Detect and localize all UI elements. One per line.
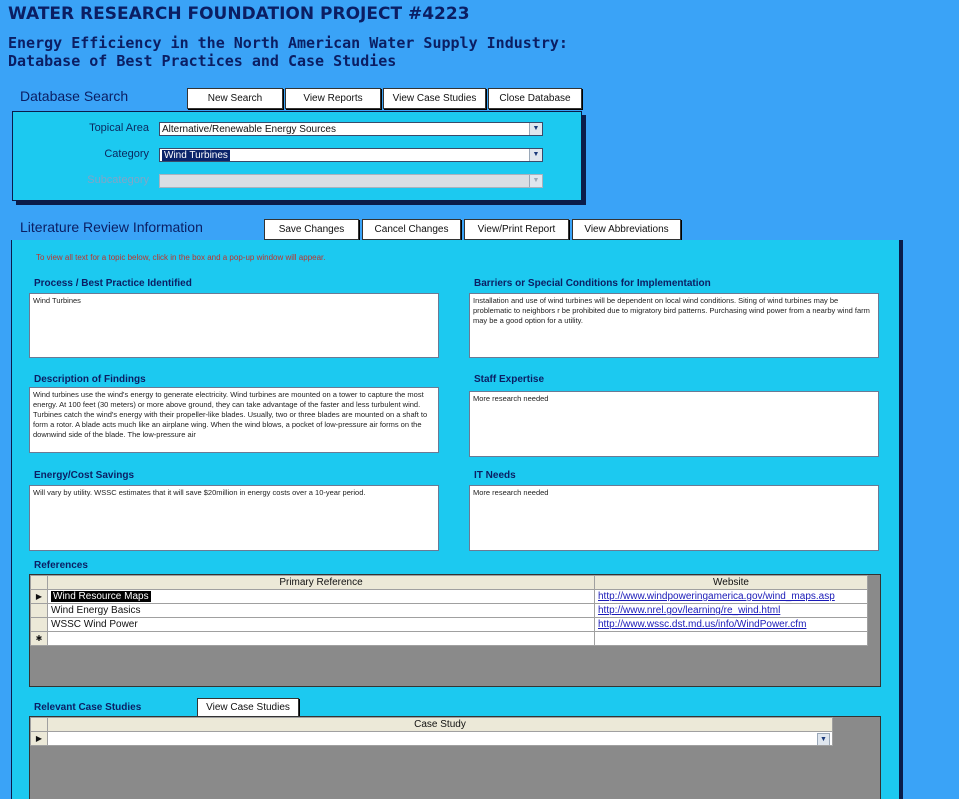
table-row[interactable]: ▶ ▼ (30, 731, 833, 746)
project-title: WATER RESEARCH FOUNDATION PROJECT #4223 (8, 4, 470, 24)
primary-reference-header[interactable]: Primary Reference (47, 575, 595, 590)
literature-review-label: Literature Review Information (20, 219, 203, 235)
it-needs-title: IT Needs (474, 470, 516, 481)
chevron-down-icon[interactable]: ▼ (529, 123, 542, 135)
popup-hint: To view all text for a topic below, clic… (36, 253, 326, 262)
category-select[interactable]: Wind Turbines ▼ (159, 148, 543, 162)
view-abbreviations-button[interactable]: View Abbreviations (572, 219, 681, 240)
view-reports-button[interactable]: View Reports (285, 88, 381, 109)
case-studies-table: Case Study ▶ ▼ (30, 717, 833, 746)
category-value: Wind Turbines (162, 150, 230, 161)
savings-title: Energy/Cost Savings (34, 470, 135, 481)
record-pointer-icon[interactable]: ▶ (30, 589, 48, 604)
view-case-studies-tab-button[interactable]: View Case Studies (197, 698, 299, 717)
savings-textbox[interactable]: Will vary by utility. WSSC estimates tha… (29, 485, 439, 551)
barriers-textbox[interactable]: Installation and use of wind turbines wi… (469, 293, 879, 358)
case-studies-title: Relevant Case Studies (34, 702, 142, 713)
case-study-header[interactable]: Case Study (47, 717, 833, 732)
view-print-report-button[interactable]: View/Print Report (464, 219, 569, 240)
process-textbox[interactable]: Wind Turbines (29, 293, 439, 358)
database-search-label: Database Search (20, 88, 129, 104)
staff-expertise-title: Staff Expertise (474, 374, 545, 385)
category-label: Category (104, 148, 149, 160)
staff-expertise-textbox[interactable]: More research needed (469, 391, 879, 457)
cancel-changes-button[interactable]: Cancel Changes (362, 219, 461, 240)
it-needs-textbox[interactable]: More research needed (469, 485, 879, 551)
topical-area-select[interactable]: Alternative/Renewable Energy Sources ▼ (159, 122, 543, 136)
website-link[interactable]: http://www.windpoweringamerica.gov/wind_… (594, 589, 868, 604)
table-row[interactable]: WSSC Wind Power http://www.wssc.dst.md.u… (30, 617, 868, 632)
topical-area-value: Alternative/Renewable Energy Sources (162, 124, 336, 135)
description-title: Description of Findings (34, 374, 146, 385)
table-row[interactable]: Wind Energy Basics http://www.nrel.gov/l… (30, 603, 868, 618)
references-table: Primary Reference Website ▶ Wind Resourc… (30, 575, 868, 646)
case-study-cell[interactable]: ▼ (47, 731, 833, 746)
row-selector[interactable] (30, 617, 48, 632)
references-grid: Primary Reference Website ▶ Wind Resourc… (29, 574, 881, 687)
case-studies-grid: Case Study ▶ ▼ (29, 716, 881, 799)
description-textbox[interactable]: Wind turbines use the wind's energy to g… (29, 387, 439, 453)
subtitle-line-1: Energy Efficiency in the North American … (8, 34, 568, 52)
chevron-down-icon[interactable]: ▼ (529, 149, 542, 161)
primary-reference-cell[interactable]: Wind Energy Basics (47, 603, 595, 618)
website-header[interactable]: Website (594, 575, 868, 590)
process-title: Process / Best Practice Identified (34, 278, 192, 289)
database-search-panel: Topical Area Alternative/Renewable Energ… (12, 111, 582, 201)
topical-area-label: Topical Area (89, 122, 149, 134)
close-database-button[interactable]: Close Database (488, 88, 582, 109)
literature-review-panel: To view all text for a topic below, clic… (11, 240, 899, 799)
new-record-icon[interactable]: ✱ (30, 631, 48, 646)
subtitle-line-2: Database of Best Practices and Case Stud… (8, 52, 397, 70)
subcategory-label: Subcategory (87, 174, 149, 186)
database-subtitle: Energy Efficiency in the North American … (8, 34, 568, 70)
new-search-button[interactable]: New Search (187, 88, 283, 109)
barriers-title: Barriers or Special Conditions for Imple… (474, 278, 711, 289)
references-header-row: Primary Reference Website (30, 575, 868, 590)
empty-cell[interactable] (594, 631, 868, 646)
table-row[interactable]: ▶ Wind Resource Maps http://www.windpowe… (30, 589, 868, 604)
row-selector[interactable] (30, 603, 48, 618)
case-studies-header-row: Case Study (30, 717, 833, 732)
chevron-down-icon: ▼ (529, 175, 542, 187)
row-selector-header (30, 717, 48, 732)
subcategory-select: ▼ (159, 174, 543, 188)
record-pointer-icon[interactable]: ▶ (30, 731, 48, 746)
website-link[interactable]: http://www.wssc.dst.md.us/info/WindPower… (594, 617, 868, 632)
primary-reference-cell[interactable]: Wind Resource Maps (47, 589, 595, 604)
new-record-row[interactable]: ✱ (30, 631, 868, 646)
save-changes-button[interactable]: Save Changes (264, 219, 359, 240)
primary-reference-cell[interactable]: WSSC Wind Power (47, 617, 595, 632)
chevron-down-icon[interactable]: ▼ (817, 733, 830, 745)
website-link[interactable]: http://www.nrel.gov/learning/re_wind.htm… (594, 603, 868, 618)
empty-cell[interactable] (47, 631, 595, 646)
references-title: References (34, 560, 88, 571)
view-case-studies-button[interactable]: View Case Studies (383, 88, 486, 109)
row-selector-header (30, 575, 48, 590)
